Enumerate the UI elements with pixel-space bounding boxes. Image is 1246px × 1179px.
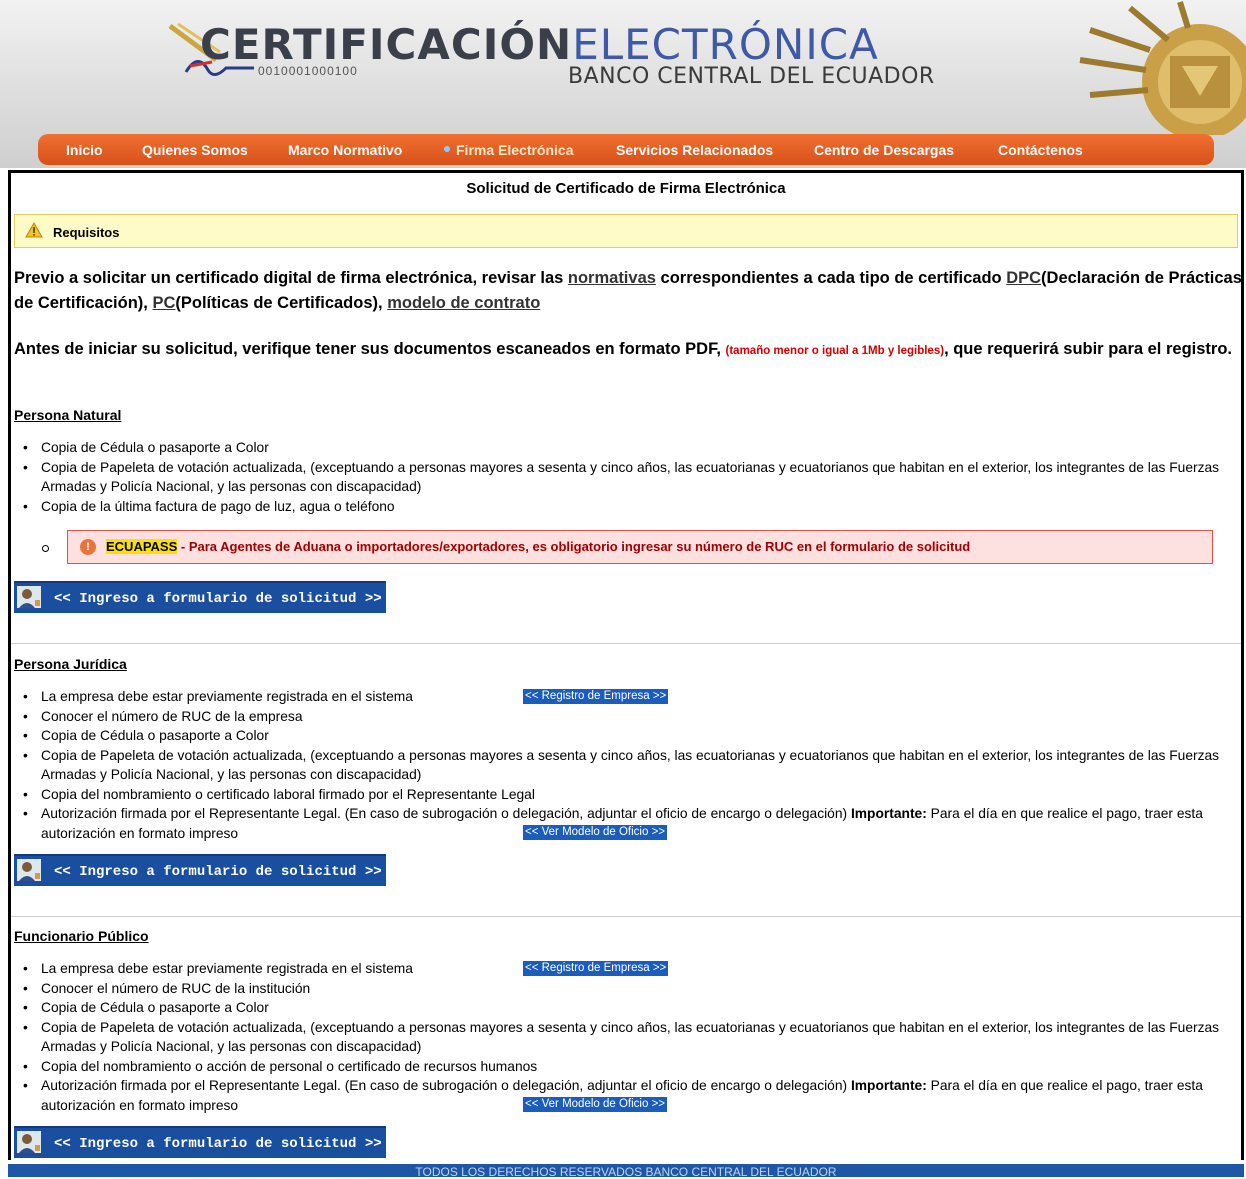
natural-requirements-list: Copia de Cédula o pasaporte a Color Copi… [14, 438, 1231, 516]
size-note: (tamaño menor o igual a 1Mb y legibles) [725, 345, 945, 357]
registro-empresa-button-funcionario[interactable]: << Registro de Empresa >> [523, 961, 669, 976]
list-item: Copia de Papeleta de votación actualizad… [23, 746, 1231, 785]
list-item: Copia de Papeleta de votación actualizad… [23, 1018, 1231, 1057]
link-pc[interactable]: PC [152, 294, 175, 312]
list-item: Copia de Papeleta de votación actualizad… [23, 458, 1231, 497]
list-item: Conocer el número de RUC de la empresa [23, 707, 1231, 727]
intro-paragraph-1: Previo a solicitar un certificado digita… [14, 269, 1242, 312]
intro-paragraph-2: Antes de iniciar su solicitud, verifique… [14, 340, 1232, 358]
nav-item-firma-electronica[interactable]: Firma Electrónica [444, 142, 574, 158]
page-title: Solicitud de Certificado de Firma Electr… [466, 180, 786, 197]
alert-text: ECUAPASS - Para Agentes de Aduana o impo… [106, 539, 971, 554]
link-modelo-contrato[interactable]: modelo de contrato [387, 294, 540, 312]
list-item: Conocer el número de RUC de la instituci… [23, 979, 1231, 999]
list-item: Copia de la última factura de pago de lu… [23, 497, 1231, 517]
ver-modelo-oficio-button-juridica[interactable]: << Ver Modelo de Oficio >> [523, 825, 668, 840]
warning-icon [25, 222, 43, 238]
nav-item-centro-descargas[interactable]: Centro de Descargas [814, 142, 954, 158]
form-button-juridica[interactable]: << Ingreso a formulario de solicitud >> [14, 854, 386, 886]
nav-item-marco-normativo[interactable]: Marco Normativo [288, 142, 402, 158]
main-nav: Inicio Quienes Somos Marco Normativo Fir… [38, 134, 1214, 165]
section-heading-funcionario: Funcionario Público [14, 928, 149, 944]
ver-modelo-oficio-button-funcionario[interactable]: << Ver Modelo de Oficio >> [523, 1097, 668, 1112]
list-item: Copia de Cédula o pasaporte a Color [23, 438, 1231, 458]
alert-icon: ! [80, 539, 96, 555]
juridica-requirements-list: La empresa debe estar previamente regist… [14, 687, 1231, 843]
logo-title: CERTIFICACIÓNELECTRÓNICA [200, 20, 879, 69]
user-avatar-icon [17, 859, 41, 881]
content-frame: Solicitud de Certificado de Firma Electr… [8, 170, 1244, 1160]
section-heading-juridica: Persona Jurídica [14, 656, 127, 672]
list-item: Copia de Cédula o pasaporte a Color [23, 726, 1231, 746]
list-item: Copia del nombramiento o acción de perso… [23, 1057, 1231, 1077]
list-item: Copia del nombramiento o certificado lab… [23, 785, 1231, 805]
funcionario-requirements-list: La empresa debe estar previamente regist… [14, 959, 1231, 1115]
section-divider [11, 916, 1241, 917]
ecuapass-alert: ! ECUAPASS - Para Agentes de Aduana o im… [42, 530, 1213, 564]
user-avatar-icon [17, 586, 41, 608]
logo-digits: 0010001000100 [258, 64, 358, 78]
form-button-natural[interactable]: << Ingreso a formulario de solicitud >> [14, 581, 386, 613]
nav-item-inicio[interactable]: Inicio [66, 142, 103, 158]
nav-item-quienes-somos[interactable]: Quienes Somos [142, 142, 248, 158]
site-header: CERTIFICACIÓNELECTRÓNICA 0010001000100 B… [0, 0, 1246, 168]
requirements-bar: Requisitos [14, 214, 1238, 248]
link-normativas[interactable]: normativas [568, 269, 656, 287]
sun-emblem-icon [1079, 1, 1246, 135]
logo-bank-name: BANCO CENTRAL DEL ECUADOR [568, 64, 935, 89]
circle-bullet-icon [42, 545, 49, 552]
active-dot-icon [444, 146, 450, 152]
list-item: Copia de Cédula o pasaporte a Color [23, 998, 1231, 1018]
form-button-funcionario[interactable]: << Ingreso a formulario de solicitud >> [14, 1126, 386, 1158]
nav-item-contactenos[interactable]: Contáctenos [998, 142, 1083, 158]
nav-item-servicios-relacionados[interactable]: Servicios Relacionados [616, 142, 773, 158]
link-dpc[interactable]: DPC [1006, 269, 1041, 287]
section-divider [11, 643, 1241, 644]
registro-empresa-button-juridica[interactable]: << Registro de Empresa >> [523, 689, 669, 704]
requirements-label: Requisitos [53, 225, 120, 240]
site-footer: TODOS LOS DERECHOS RESERVADOS BANCO CENT… [8, 1164, 1244, 1179]
user-avatar-icon [17, 1131, 41, 1153]
section-heading-natural: Persona Natural [14, 407, 122, 423]
